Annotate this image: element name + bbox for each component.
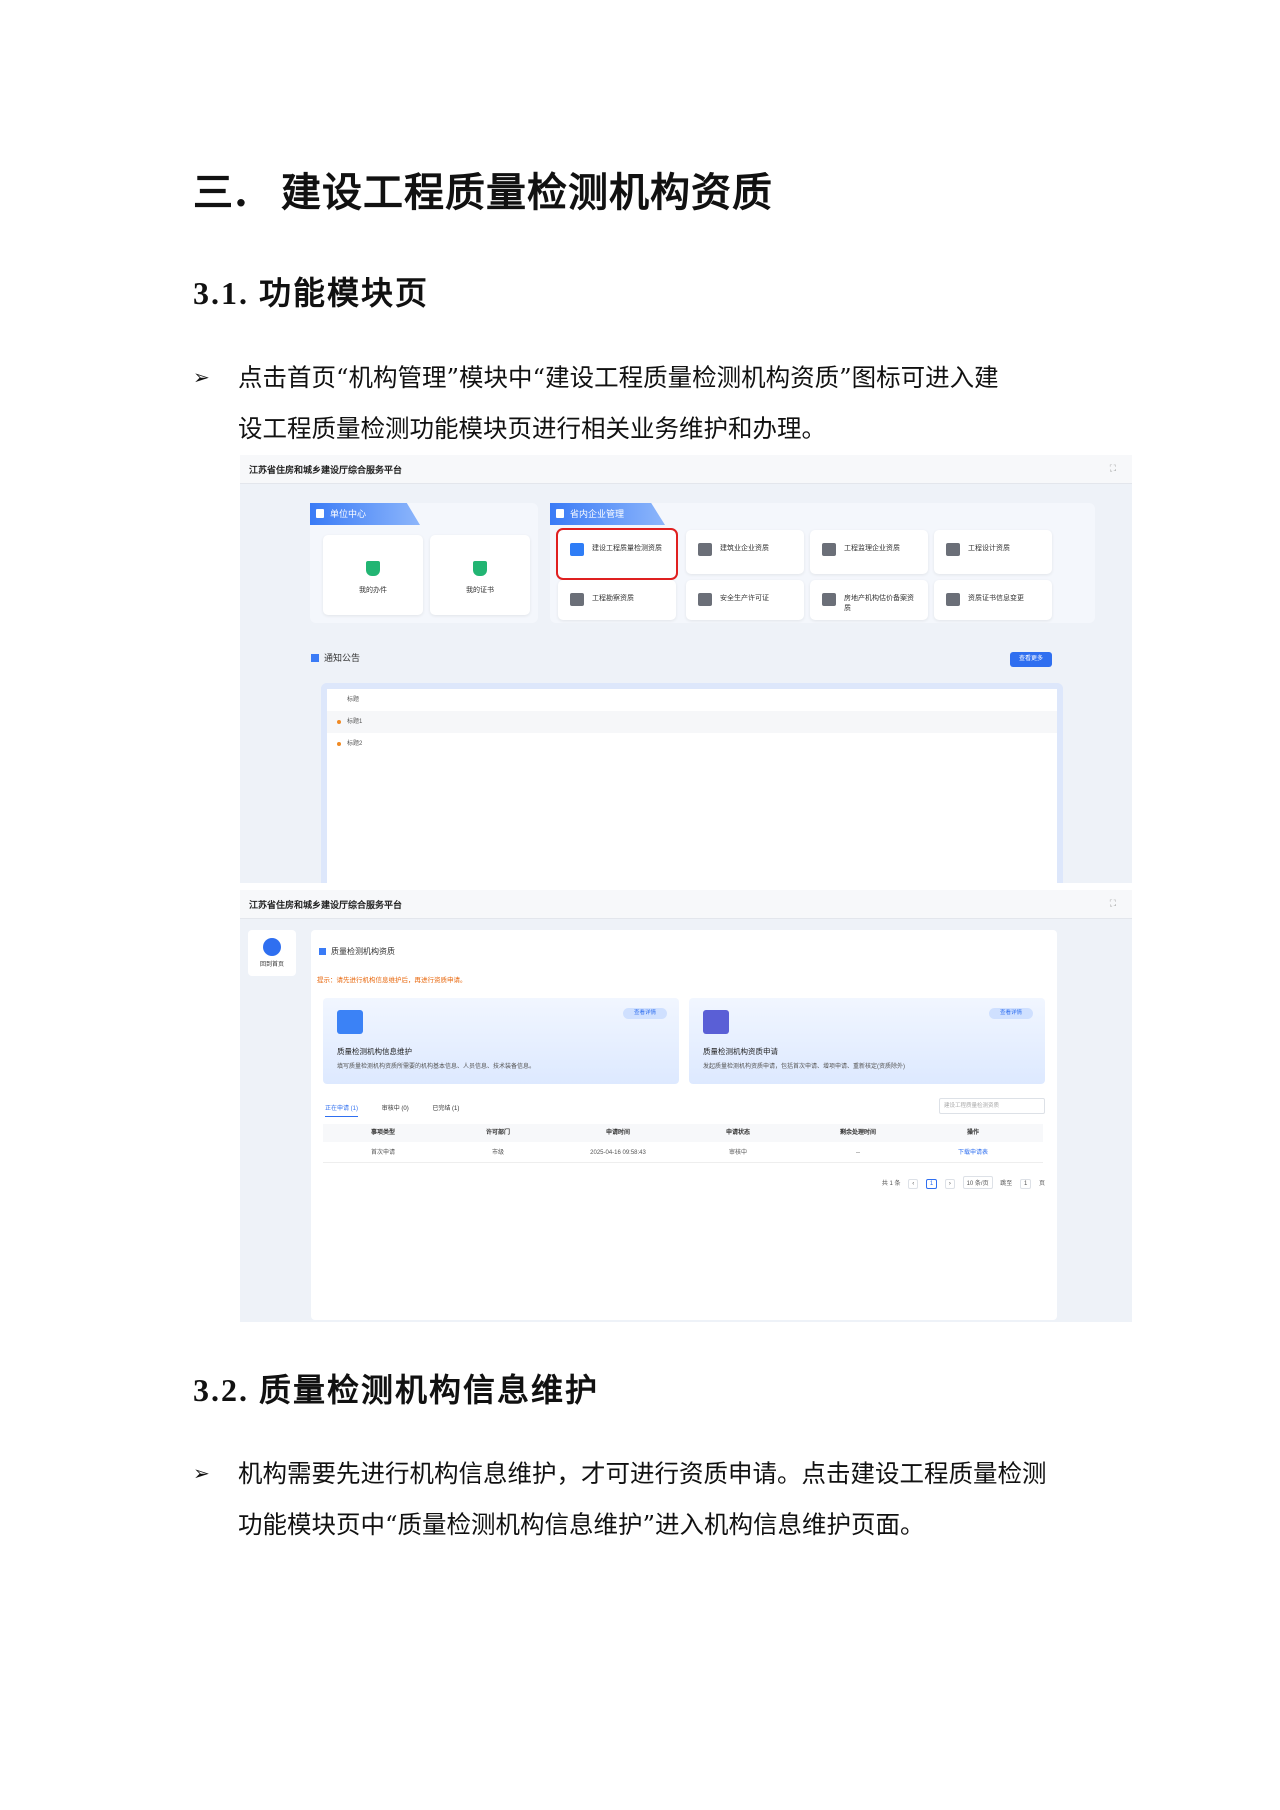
grid-icon [311, 654, 319, 662]
page-button[interactable]: 1 [925, 1179, 938, 1189]
qualification-select[interactable]: 建设工程质量检测资质 [939, 1098, 1045, 1114]
my-cases-tile[interactable]: 我的办件 [323, 535, 423, 615]
screenshot-home: 江苏省住房和城乡建设厅综合服务平台 ⛶ 单位中心 我的办件 我的证书 省内企业管… [240, 455, 1132, 883]
back-home-button[interactable]: 回到首页 [248, 930, 296, 976]
quality-testing-qualification-tile[interactable]: 建设工程质量检测资质 [556, 528, 678, 580]
presentation-icon [703, 1010, 729, 1034]
certificate-icon [473, 561, 487, 576]
table-row: 首次申请 市级 2025-04-16 09:58:43 审核中 -- 下载申请表 [323, 1144, 1043, 1163]
page-size-select[interactable]: 10 条/页 [962, 1176, 993, 1189]
prev-page-button[interactable]: ‹ [908, 1179, 919, 1189]
list-item[interactable]: 标题1 [327, 711, 1057, 733]
platform-title: 江苏省住房和城乡建设厅综合服务平台 [249, 465, 403, 475]
blocks-icon [946, 543, 960, 556]
paragraph-line: 功能模块页中“质量检测机构信息维护”进入机构信息维护页面。 [238, 1510, 925, 1539]
bullet-dot-icon [337, 742, 341, 746]
goto-page-input[interactable]: 1 [1019, 1179, 1032, 1189]
section-title: 功能模块页 [259, 274, 430, 312]
module-title: 质量检测机构资质 [319, 946, 395, 957]
expand-icon[interactable]: ⛶ [1110, 463, 1116, 474]
screenshot-module-page: 江苏省住房和城乡建设厅综合服务平台 ⛶ 回到首页 质量检测机构资质 提示：请先进… [240, 890, 1132, 1322]
my-certificates-tile[interactable]: 我的证书 [430, 535, 530, 615]
building-icon [698, 543, 712, 556]
status-tabs: 正在申请 (1) 审核中 (0) 已完结 (1) [325, 1103, 481, 1117]
supervision-qualification-tile[interactable]: 工程监理企业资质 [810, 530, 928, 574]
tab-reviewing[interactable]: 审核中 (0) [382, 1106, 409, 1112]
certificate-change-tile[interactable]: 资质证书信息变更 [934, 580, 1052, 620]
tab-applying[interactable]: 正在申请 (1) [325, 1106, 359, 1117]
section-heading-3-2: 3.2. 质量检测机构信息维护 [193, 1365, 599, 1411]
list-item[interactable]: 标题2 [327, 733, 1057, 755]
view-details-button[interactable]: 查看详情 [623, 1008, 667, 1019]
grid-icon [319, 948, 326, 955]
arrow-bullet-icon: ➢ [193, 365, 210, 389]
section-number: 3.2. [193, 1372, 249, 1408]
chapter-number: 三. [193, 169, 249, 216]
building-icon [822, 543, 836, 556]
unit-center-header: 单位中心 [310, 503, 420, 525]
bullet-dot-icon [337, 720, 341, 724]
grid-icon [946, 593, 960, 606]
notice-header: 标题 [347, 697, 360, 703]
enterprise-mgmt-header: 省内企业管理 [550, 503, 665, 525]
paragraph-3-1: ➢ 点击首页“机构管理”模块中“建设工程质量检测机构资质”图标可进入建 设工程质… [193, 352, 1093, 454]
info-maintenance-card[interactable]: 查看详情 质量检测机构信息维护 填写质量检测机构资质所需要的机构基本信息、人员信… [323, 998, 679, 1084]
next-page-button[interactable]: › [944, 1179, 955, 1189]
paragraph-3-2: ➢ 机构需要先进行机构信息维护，才可进行资质申请。点击建设工程质量检测 功能模块… [193, 1448, 1093, 1550]
notice-title: 通知公告 [311, 651, 360, 664]
section-title: 质量检测机构信息维护 [259, 1371, 600, 1409]
monitor-icon [337, 1010, 363, 1034]
shield-icon [366, 561, 380, 576]
design-qualification-tile[interactable]: 工程设计资质 [934, 530, 1052, 574]
section-number: 3.1. [193, 275, 249, 311]
download-form-link[interactable]: 下载申请表 [923, 1144, 1023, 1162]
document-icon [316, 509, 324, 518]
module-main: 质量检测机构资质 提示：请先进行机构信息维护后，再进行资质申请。 查看详情 质量… [311, 930, 1057, 1320]
table-header: 事项类型 许可部门 申请时间 申请状态 剩余处理时间 操作 [323, 1124, 1043, 1142]
pagination: 共 1 条 ‹ 1 › 10 条/页 跳至 1 页 [876, 1176, 1045, 1189]
paragraph-line: 机构需要先进行机构信息维护，才可进行资质申请。点击建设工程质量检测 [238, 1459, 1047, 1488]
arrow-bullet-icon: ➢ [193, 1461, 210, 1485]
image-icon [570, 593, 584, 606]
chapter-heading: 三. 建设工程质量检测机构资质 [193, 160, 773, 218]
home-icon [263, 938, 281, 956]
notice-list: 标题 标题1 标题2 [321, 683, 1063, 883]
view-more-button[interactable]: 查看更多 [1010, 652, 1052, 667]
construction-qualification-tile[interactable]: 建筑业企业资质 [686, 530, 804, 574]
building-icon [822, 593, 836, 606]
chapter-title: 建设工程质量检测机构资质 [281, 169, 773, 216]
safety-license-tile[interactable]: 安全生产许可证 [686, 580, 804, 620]
platform-topbar: 江苏省住房和城乡建设厅综合服务平台 ⛶ [240, 455, 1132, 484]
tip-text: 提示：请先进行机构信息维护后，再进行资质申请。 [317, 977, 467, 984]
section-heading-3-1: 3.1. 功能模块页 [193, 268, 429, 314]
paragraph-line: 点击首页“机构管理”模块中“建设工程质量检测机构资质”图标可进入建 [238, 363, 999, 392]
real-estate-appraisal-tile[interactable]: 房地产机构估价备案资质 [810, 580, 928, 620]
qualification-apply-card[interactable]: 查看详情 质量检测机构资质申请 发起质量检测机构资质申请，包括首次申请、增项申请… [689, 998, 1045, 1084]
survey-qualification-tile[interactable]: 工程勘察资质 [558, 580, 676, 620]
paragraph-line: 设工程质量检测功能模块页进行相关业务维护和办理。 [238, 414, 826, 443]
tab-completed[interactable]: 已完结 (1) [432, 1106, 459, 1112]
platform-topbar: 江苏省住房和城乡建设厅综合服务平台 ⛶ [240, 890, 1132, 919]
arrow-doc-icon [570, 543, 584, 556]
document-stack-icon [698, 593, 712, 606]
view-details-button[interactable]: 查看详情 [989, 1008, 1033, 1019]
platform-title: 江苏省住房和城乡建设厅综合服务平台 [249, 900, 403, 910]
expand-icon[interactable]: ⛶ [1110, 898, 1116, 909]
document-icon [556, 509, 564, 518]
